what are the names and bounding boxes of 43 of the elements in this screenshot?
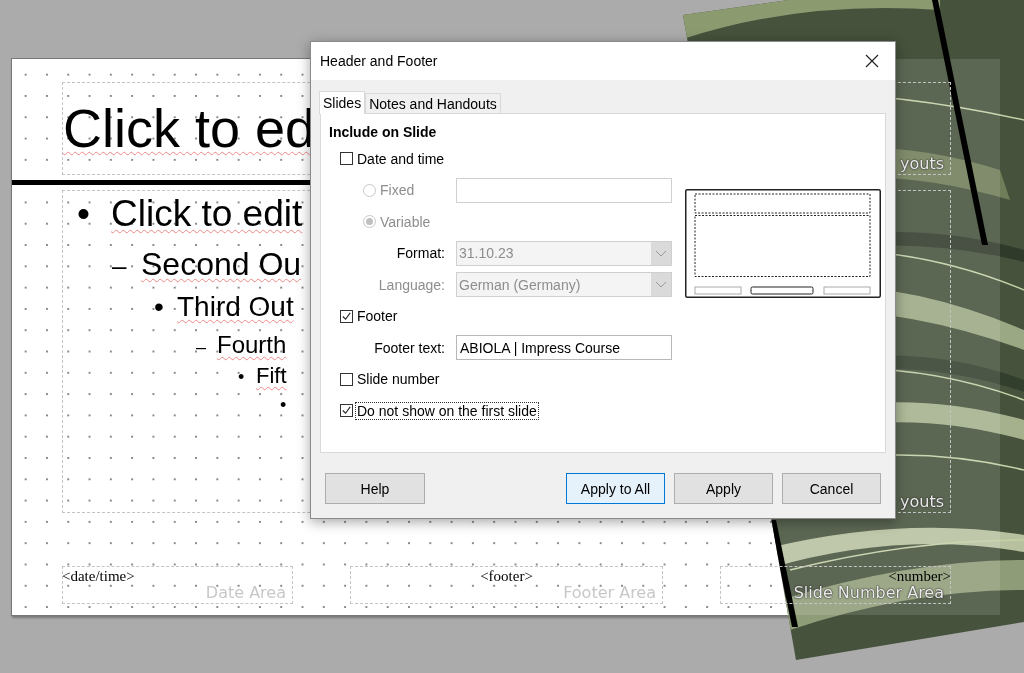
check-icon xyxy=(341,405,352,417)
layout-label: youts xyxy=(900,154,944,173)
area-label: Slide Number Area xyxy=(793,583,944,602)
outline-text: Click to edit xyxy=(111,192,303,236)
section-heading: Include on Slide xyxy=(328,123,438,142)
bullet: – xyxy=(112,250,128,283)
outline-text: Second Ou xyxy=(141,245,302,284)
close-icon xyxy=(865,54,879,68)
field-code: <number> xyxy=(888,568,951,585)
field-code: <date/time> xyxy=(62,568,135,585)
checkbox-label[interactable]: Slide number xyxy=(356,371,441,388)
bullet: • xyxy=(154,290,165,324)
checkbox[interactable] xyxy=(340,309,353,323)
checkbox-label[interactable]: Footer xyxy=(356,308,399,325)
check-icon xyxy=(341,310,352,322)
dialog-button[interactable]: Help xyxy=(325,473,425,504)
checkbox[interactable] xyxy=(340,404,353,418)
dialog-button[interactable]: Apply to All xyxy=(566,473,665,504)
bullet: • xyxy=(280,394,288,417)
field-label: Language: xyxy=(377,276,446,293)
layout-label: youts xyxy=(900,492,944,511)
dialog-button[interactable]: Cancel xyxy=(782,473,881,504)
bullet: • xyxy=(238,366,246,389)
dialog-button[interactable]: Apply xyxy=(674,473,773,504)
checkbox[interactable] xyxy=(340,372,353,386)
field-label: Format: xyxy=(395,245,446,262)
bullet: – xyxy=(196,336,207,359)
caret-icon xyxy=(655,249,667,257)
field-label: Footer text: xyxy=(373,339,446,356)
input-field[interactable]: ABIOLA | Impress Course xyxy=(456,335,672,361)
checkbox-label[interactable]: Do not show on the first slide xyxy=(356,402,538,419)
window-title: Header and Footer xyxy=(320,53,438,69)
bullet: • xyxy=(76,192,91,236)
field-code: <footer> xyxy=(480,568,533,585)
tab[interactable]: Slides xyxy=(319,91,366,114)
footer-placeholder[interactable]: <number> Slide Number Area xyxy=(720,566,951,604)
caret-icon xyxy=(655,281,667,289)
outline-text: Fourth xyxy=(217,330,287,360)
tab[interactable]: Notes and Handouts xyxy=(365,93,501,113)
checkbox[interactable] xyxy=(340,152,353,166)
outline-text: Fift xyxy=(256,362,287,390)
outline-text: Third Out xyxy=(177,290,294,324)
checkbox-label[interactable]: Date and time xyxy=(356,150,446,167)
